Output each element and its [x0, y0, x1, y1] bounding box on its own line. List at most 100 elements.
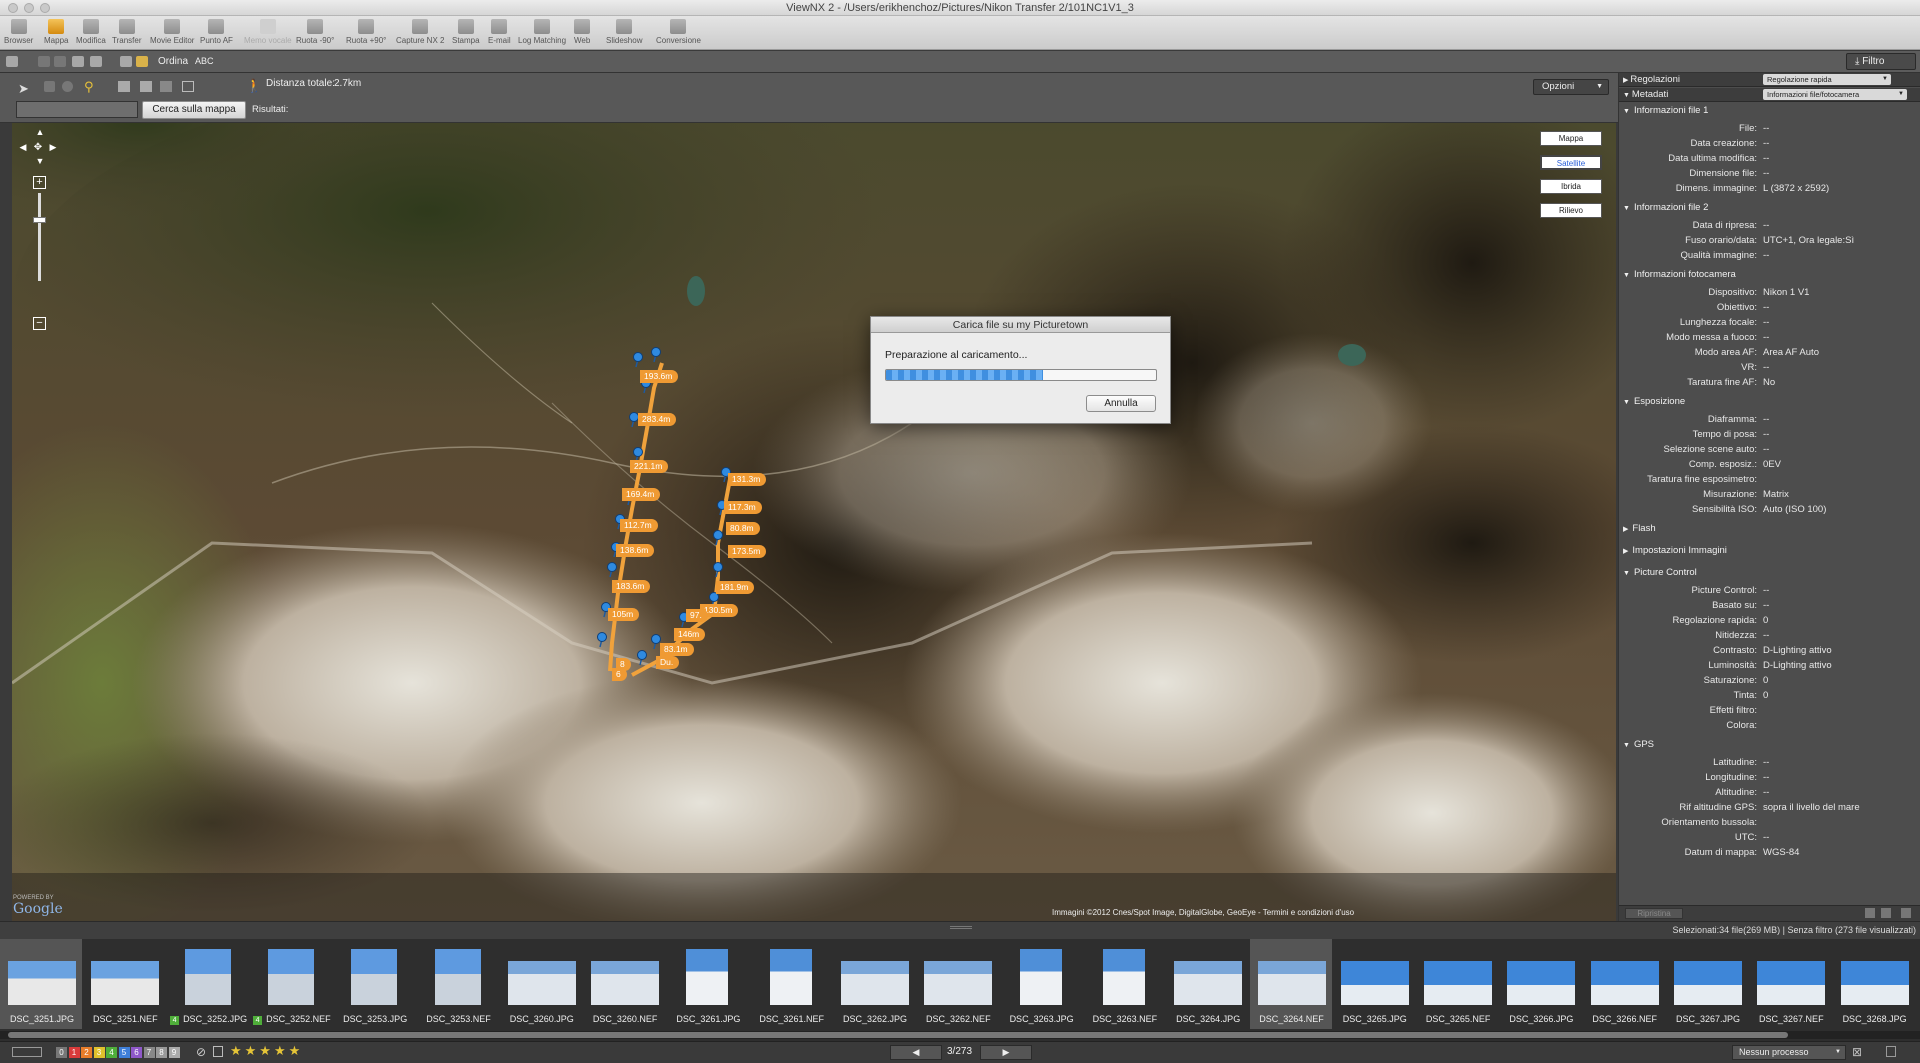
home-icon[interactable]	[160, 81, 172, 92]
photo-location-pin[interactable]	[633, 352, 643, 368]
rating-stars[interactable]: ★★★★★	[230, 1043, 303, 1059]
lock-icon[interactable]	[136, 56, 148, 67]
filmstrip-thumbnail[interactable]: DSC_3267.NEF	[1749, 939, 1831, 1029]
color-label-8-button[interactable]: 8	[156, 1047, 167, 1058]
zoom-in-button[interactable]: +	[33, 176, 46, 189]
toolbar-browser-button[interactable]: Browser	[4, 19, 33, 49]
trash-icon[interactable]	[1901, 908, 1911, 918]
close-window-button[interactable]	[8, 3, 18, 13]
filmstrip-thumbnail[interactable]: DSC_3262.NEF	[916, 939, 998, 1029]
color-label-6-button[interactable]: 6	[131, 1047, 142, 1058]
filmstrip-thumbnail[interactable]: DSC_3251.NEF	[83, 939, 165, 1029]
color-label-3-button[interactable]: 3	[93, 1047, 105, 1058]
section-header[interactable]: ▼ Informazioni fotocamera	[1623, 269, 1736, 280]
map-type-mappa-button[interactable]: Mappa	[1540, 131, 1602, 146]
no-rating-icon[interactable]: ⊘	[196, 1045, 206, 1059]
color-label-4-button[interactable]: 4	[106, 1047, 117, 1058]
pan-left-button[interactable]: ◀	[16, 142, 30, 156]
color-label-1-button[interactable]: 1	[68, 1047, 80, 1058]
toolbar-conversion-button[interactable]: Conversione	[656, 19, 701, 49]
toolbar-movie-editor-button[interactable]: Movie Editor	[150, 19, 194, 49]
map-type-rilievo-button[interactable]: Rilievo	[1540, 203, 1602, 218]
toolbar-print-button[interactable]: Stampa	[452, 19, 480, 49]
tools-icon[interactable]	[140, 81, 152, 92]
filmstrip-thumbnail[interactable]: 4 DSC_3252.NEF	[250, 939, 332, 1029]
metadata-select[interactable]: Informazioni file/fotocamera ▼	[1763, 89, 1907, 100]
filmstrip-thumbnail[interactable]: DSC_3253.JPG	[333, 939, 415, 1029]
toolbar-log-matching-button[interactable]: Log Matching	[518, 19, 566, 49]
copy-metadata-icon[interactable]	[1881, 908, 1891, 918]
minimize-window-button[interactable]	[24, 3, 34, 13]
pan-down-button[interactable]: ▼	[30, 156, 50, 170]
toolbar-af-point-button[interactable]: Punto AF	[200, 19, 233, 49]
map-type-ibrida-button[interactable]: Ibrida	[1540, 179, 1602, 194]
toolbar-slideshow-button[interactable]: Slideshow	[606, 19, 642, 49]
copy-icon[interactable]	[120, 56, 132, 67]
trash-icon[interactable]	[1886, 1046, 1896, 1057]
back-arrow-icon[interactable]	[38, 56, 50, 67]
map-type-satellite-button[interactable]: Satellite	[1540, 155, 1602, 170]
resize-grip-icon[interactable]	[950, 926, 972, 929]
pan-center-button[interactable]: ✥	[31, 142, 45, 156]
filmstrip-thumbnail[interactable]: DSC_3265.NEF	[1416, 939, 1498, 1029]
map-search-input[interactable]	[16, 101, 138, 118]
filmstrip-scrollbar-thumb[interactable]	[8, 1032, 1788, 1038]
metadata-header[interactable]: ▼ Metadati Informazioni file/fotocamera ▼	[1619, 88, 1920, 102]
toolbar-web-button[interactable]: Web	[574, 19, 590, 49]
color-label-2-button[interactable]: 2	[81, 1047, 92, 1058]
zoom-window-button[interactable]	[40, 3, 50, 13]
cancel-button[interactable]: Annulla	[1086, 395, 1156, 412]
photo-frame-icon[interactable]	[182, 81, 194, 92]
section-header[interactable]: ▼ Informazioni file 1	[1623, 105, 1708, 116]
track-list-icon[interactable]	[118, 81, 130, 92]
filmstrip-thumbnail[interactable]: DSC_3264.NEF	[1249, 939, 1332, 1029]
filmstrip-thumbnail[interactable]: DSC_3267.JPG	[1666, 939, 1748, 1029]
trash-icon[interactable]	[213, 1046, 223, 1057]
zoom-tool-icon[interactable]	[62, 81, 73, 92]
color-label-0-button[interactable]: 0	[56, 1047, 67, 1058]
section-header[interactable]: ▼ GPS	[1623, 739, 1654, 750]
filmstrip-thumbnail[interactable]: DSC_3253.NEF	[417, 939, 499, 1029]
section-header[interactable]: ▼ Informazioni file 2	[1623, 202, 1708, 213]
pan-up-button[interactable]: ▲	[30, 127, 50, 141]
filmstrip-view-icon[interactable]	[12, 1047, 42, 1057]
options-dropdown[interactable]: Opzioni ▼	[1533, 79, 1609, 95]
adjustment-select[interactable]: Regolazione rapida ▼	[1763, 74, 1891, 85]
satellite-map[interactable]: 193.6m 283.4m 221.1m 169.4m 112.7m 138.6m 183.…	[12, 123, 1616, 921]
section-header[interactable]: ▶ Impostazioni Immagini	[1623, 545, 1727, 556]
filmstrip-thumbnail[interactable]: DSC_3261.NEF	[750, 939, 832, 1029]
filmstrip-thumbnail[interactable]: 4 DSC_3252.JPG	[167, 939, 249, 1029]
thumbnail-grid-icon[interactable]	[90, 56, 102, 67]
map-search-button[interactable]: Cerca sulla mappa	[142, 101, 246, 119]
filmstrip-thumbnail[interactable]: DSC_3263.JPG	[1000, 939, 1082, 1029]
filmstrip-thumbnail[interactable]: DSC_3260.NEF	[583, 939, 665, 1029]
filmstrip-scrollbar[interactable]	[0, 1031, 1920, 1039]
adjustments-header[interactable]: ▶ Regolazioni Regolazione rapida ▼	[1619, 73, 1920, 87]
filmstrip-thumbnail[interactable]: DSC_3266.JPG	[1499, 939, 1581, 1029]
folder-icon[interactable]	[72, 56, 84, 67]
filmstrip-thumbnail[interactable]: DSC_3260.JPG	[500, 939, 582, 1029]
process-dropdown[interactable]: Nessun processo ▼	[1732, 1045, 1846, 1060]
reset-button[interactable]: Ripristina	[1625, 908, 1683, 919]
toolbar-rotate-right-button[interactable]: Ruota +90°	[346, 19, 386, 49]
filmstrip-thumbnail[interactable]: DSC_3251.JPG	[0, 939, 82, 1029]
section-header[interactable]: ▶ Flash	[1623, 523, 1656, 534]
next-image-button[interactable]: ▶	[980, 1045, 1032, 1060]
sort-select[interactable]: ABC	[195, 56, 214, 66]
color-label-9-button[interactable]: 9	[168, 1047, 180, 1058]
cancel-process-icon[interactable]: ⊠	[1852, 1045, 1862, 1059]
zoom-slider-track[interactable]	[38, 193, 41, 281]
map-attribution[interactable]: Immagini ©2012 Cnes/Spot Image, DigitalG…	[1052, 908, 1354, 917]
zoom-out-button[interactable]: −	[33, 317, 46, 330]
section-header[interactable]: ▼ Esposizione	[1623, 396, 1685, 407]
toolbar-transfer-button[interactable]: Transfer	[112, 19, 142, 49]
toolbar-email-button[interactable]: E-mail	[488, 19, 511, 49]
filmstrip-thumbnail[interactable]: DSC_3261.JPG	[666, 939, 748, 1029]
filmstrip-thumbnail[interactable]: DSC_3264.JPG	[1166, 939, 1248, 1029]
pan-right-button[interactable]: ▶	[46, 142, 60, 156]
filmstrip-thumbnail[interactable]: DSC_3268.JPG	[1833, 939, 1915, 1029]
filmstrip-thumbnail[interactable]: DSC_3265.JPG	[1333, 939, 1415, 1029]
filmstrip-thumbnail[interactable]: DSC_3263.NEF	[1083, 939, 1165, 1029]
photo-location-pin[interactable]	[651, 347, 661, 363]
filter-button[interactable]: ⤓ Filtro	[1846, 53, 1916, 70]
